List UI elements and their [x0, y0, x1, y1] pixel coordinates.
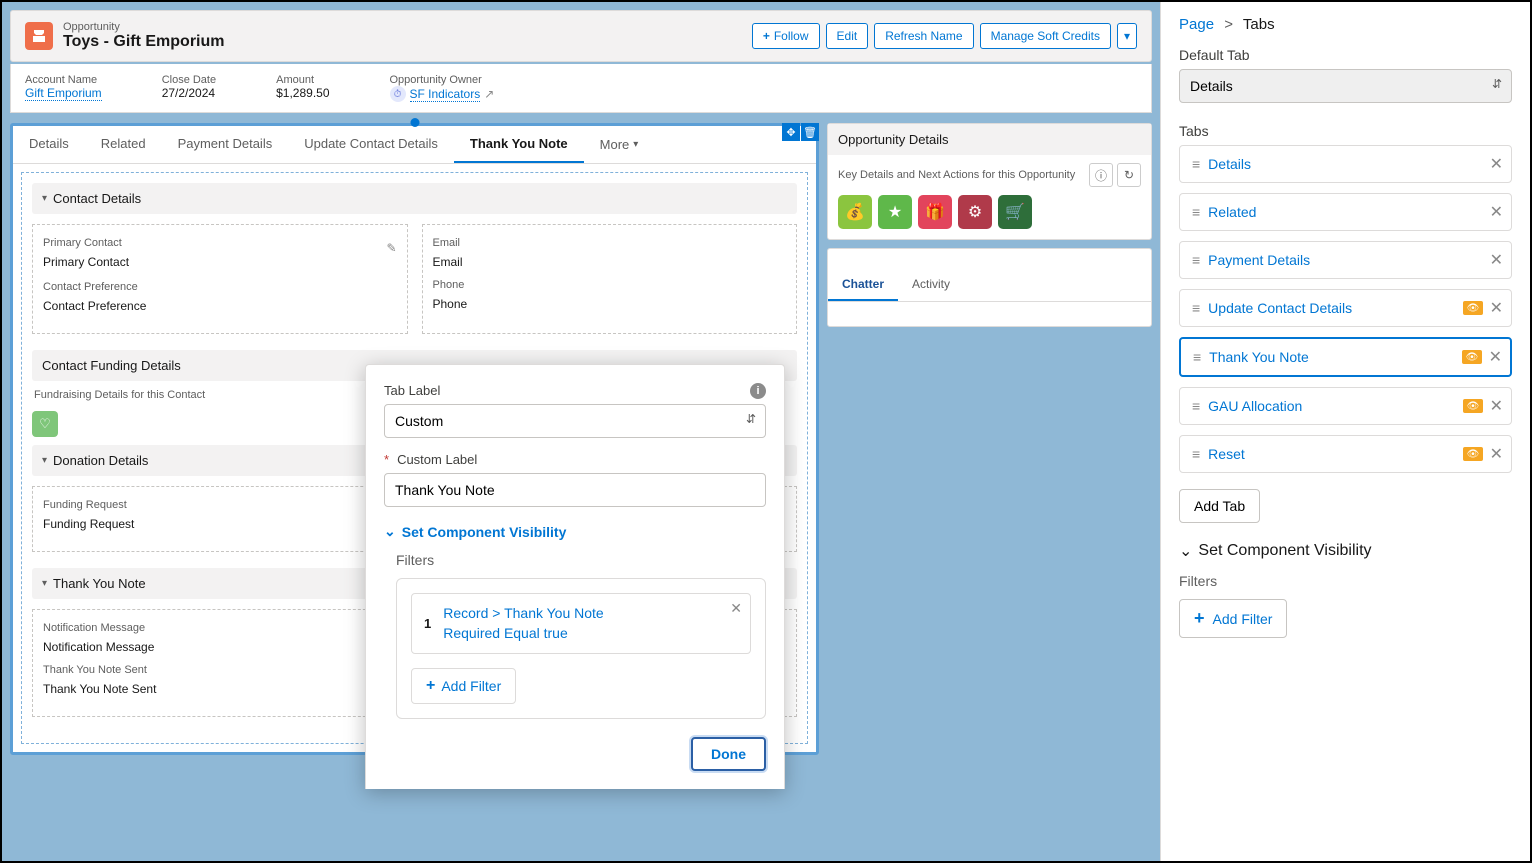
breadcrumb-current: Tabs	[1243, 16, 1275, 33]
remove-tab-icon[interactable]: ✕	[1489, 347, 1502, 367]
edit-button[interactable]: Edit	[826, 23, 869, 49]
remove-tab-icon[interactable]: ✕	[1490, 202, 1503, 222]
account-name-label: Account Name	[25, 74, 102, 86]
custom-label-input[interactable]	[384, 473, 766, 507]
tab-pill[interactable]: ≡Reset👁✕	[1179, 435, 1512, 473]
chevron-down-icon: ⌄	[384, 523, 396, 540]
owner-value[interactable]: SF Indicators	[410, 87, 481, 102]
highlights-panel: Account NameGift Emporium Close Date27/2…	[10, 64, 1152, 113]
star-icon[interactable]: ★	[878, 195, 912, 229]
breadcrumb: Page > Tabs	[1179, 16, 1512, 33]
chevron-down-icon: ▾	[42, 193, 47, 204]
more-actions-button[interactable]: ▾	[1117, 23, 1137, 49]
tab-label-select[interactable]: Custom	[384, 404, 766, 438]
follow-button[interactable]: +Follow	[752, 23, 820, 49]
activity-tab[interactable]: Activity	[898, 269, 964, 301]
record-tab[interactable]: Update Contact Details	[288, 126, 454, 163]
remove-filter-icon[interactable]: ✕	[730, 600, 742, 617]
remove-tab-icon[interactable]: ✕	[1490, 396, 1503, 416]
drag-handle-icon[interactable]: ≡	[1192, 204, 1198, 220]
drag-handle-icon[interactable]: ≡	[1193, 349, 1199, 365]
visibility-eye-icon: 👁	[1462, 350, 1482, 364]
filter-item[interactable]: 1 Record > Thank You NoteRequired Equal …	[411, 593, 751, 654]
info-icon[interactable]: i	[750, 383, 766, 399]
tabs-label: Tabs	[1179, 123, 1512, 139]
record-tab[interactable]: Payment Details	[162, 126, 289, 163]
breadcrumb-page[interactable]: Page	[1179, 16, 1214, 33]
chevron-down-icon: ▾	[42, 578, 47, 589]
money-bag-icon[interactable]: 💰	[838, 195, 872, 229]
properties-sidebar: Page > Tabs Default Tab Details Tabs ≡De…	[1160, 2, 1530, 861]
visibility-eye-icon: 👁	[1463, 447, 1483, 461]
sidebar-visibility-toggle[interactable]: ⌄Set Component Visibility	[1179, 541, 1512, 561]
record-header: Opportunity Toys - Gift Emporium +Follow…	[10, 10, 1152, 62]
record-tab[interactable]: Details	[13, 126, 85, 163]
visibility-eye-icon: 👁	[1463, 399, 1483, 413]
gift-icon[interactable]: 🎁	[918, 195, 952, 229]
object-label: Opportunity	[63, 21, 742, 33]
opportunity-icon	[25, 22, 53, 50]
drag-handle-icon[interactable]: ≡	[1192, 252, 1198, 268]
tab-label-label: Tab Label	[384, 383, 750, 398]
tab-pill[interactable]: ≡Payment Details✕	[1179, 241, 1512, 279]
chatter-card: Chatter Activity	[827, 248, 1152, 327]
record-tabs: DetailsRelatedPayment DetailsUpdate Cont…	[13, 126, 816, 164]
tab-pill[interactable]: ≡Update Contact Details👁✕	[1179, 289, 1512, 327]
sidebar-add-filter-button[interactable]: +Add Filter	[1179, 599, 1287, 638]
remove-tab-icon[interactable]: ✕	[1490, 298, 1503, 318]
manage-soft-credits-button[interactable]: Manage Soft Credits	[980, 23, 1111, 49]
amount-label: Amount	[276, 74, 329, 86]
chatter-tab[interactable]: Chatter	[828, 269, 898, 301]
drag-handle-icon[interactable]: ≡	[1192, 300, 1198, 316]
refresh-icon[interactable]: ↻	[1117, 163, 1141, 187]
cart-icon[interactable]: 🛒	[998, 195, 1032, 229]
record-tab[interactable]: Related	[85, 126, 162, 163]
visibility-toggle[interactable]: ⌄Set Component Visibility	[384, 523, 766, 540]
record-tab[interactable]: Thank You Note	[454, 126, 584, 163]
remove-tab-icon[interactable]: ✕	[1490, 154, 1503, 174]
edit-pencil-icon[interactable]: ✎	[386, 241, 396, 279]
amount-value: $1,289.50	[276, 86, 329, 100]
default-tab-select[interactable]: Details	[1179, 69, 1512, 103]
drag-handle-icon[interactable]: ≡	[1192, 446, 1198, 462]
contact-details-section[interactable]: ▾Contact Details	[32, 183, 797, 214]
done-button[interactable]: Done	[691, 737, 766, 771]
opportunity-details-card: Opportunity Details Key Details and Next…	[827, 123, 1152, 240]
tab-pill[interactable]: ≡Thank You Note👁✕	[1179, 337, 1512, 377]
tab-pill[interactable]: ≡GAU Allocation👁✕	[1179, 387, 1512, 425]
remove-tab-icon[interactable]: ✕	[1490, 444, 1503, 464]
visibility-eye-icon: 👁	[1463, 301, 1483, 315]
drag-handle-icon[interactable]: ≡	[1192, 398, 1198, 414]
tab-pill[interactable]: ≡Details✕	[1179, 145, 1512, 183]
remove-tab-icon[interactable]: ✕	[1490, 250, 1503, 270]
info-icon[interactable]: ⓘ	[1089, 163, 1113, 187]
change-owner-icon[interactable]: ↗	[484, 87, 494, 101]
refresh-name-button[interactable]: Refresh Name	[874, 23, 973, 49]
close-date-value: 27/2/2024	[162, 86, 216, 100]
custom-label-label: Custom Label	[397, 452, 477, 467]
default-tab-label: Default Tab	[1179, 47, 1512, 63]
clock-icon: ⏱	[390, 86, 406, 102]
chevron-down-icon: ⌄	[1179, 541, 1192, 561]
record-name: Toys - Gift Emporium	[63, 33, 742, 51]
tab-edit-popover: i Tab Label Custom *Custom Label ⌄Set Co…	[365, 364, 785, 789]
heart-icon: ♡	[32, 411, 58, 437]
chevron-down-icon: ▾	[42, 455, 47, 466]
page-canvas: Opportunity Toys - Gift Emporium +Follow…	[2, 2, 1160, 861]
delete-component-icon[interactable]: 🗑	[801, 123, 819, 141]
more-tab[interactable]: More▾	[584, 126, 655, 163]
gear-icon[interactable]: ⚙	[958, 195, 992, 229]
owner-label: Opportunity Owner	[390, 74, 495, 86]
close-date-label: Close Date	[162, 74, 216, 86]
add-filter-button[interactable]: +Add Filter	[411, 668, 516, 704]
drag-handle-icon[interactable]: ≡	[1192, 156, 1198, 172]
move-component-icon[interactable]: ✥	[782, 123, 800, 141]
account-name-value[interactable]: Gift Emporium	[25, 86, 102, 101]
add-tab-button[interactable]: Add Tab	[1179, 489, 1260, 523]
tab-pill[interactable]: ≡Related✕	[1179, 193, 1512, 231]
